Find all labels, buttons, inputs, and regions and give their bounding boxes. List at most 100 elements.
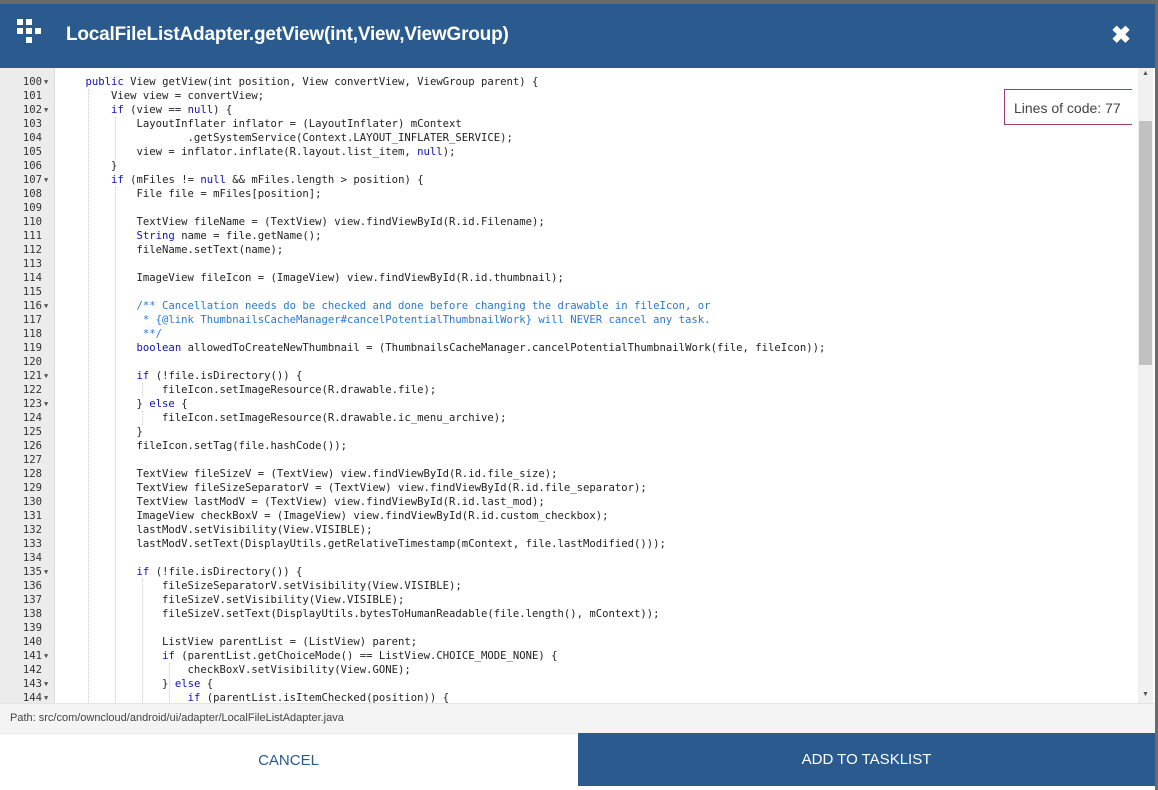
fold-toggle-icon[interactable]: ▼ bbox=[44, 75, 48, 89]
code-text: if (parentList.isItemChecked(position)) … bbox=[187, 692, 450, 703]
fold-toggle-icon[interactable]: ▼ bbox=[44, 369, 48, 383]
code-text: fileName.setText(name); bbox=[60, 244, 284, 256]
close-icon[interactable]: ✖ bbox=[1109, 24, 1133, 48]
code-text: String name = file.getName(); bbox=[136, 230, 322, 242]
code-line: 140 ListView parentList = (ListView) par… bbox=[0, 635, 1136, 649]
line-number: 128 bbox=[22, 468, 42, 480]
code-text: .getSystemService(Context.LAYOUT_INFLATE… bbox=[60, 132, 513, 144]
line-number: 138 bbox=[22, 608, 42, 620]
line-number: 143 bbox=[22, 678, 42, 690]
line-number: 126 bbox=[22, 440, 42, 452]
code-line: 106 } bbox=[0, 159, 1136, 173]
dialog-title: LocalFileListAdapter.getView(int,View,Vi… bbox=[66, 24, 509, 45]
line-number: 129 bbox=[22, 482, 42, 494]
code-line: 133 lastModV.setText(DisplayUtils.getRel… bbox=[0, 537, 1136, 551]
fold-toggle-icon[interactable]: ▼ bbox=[44, 173, 48, 187]
code-text: TextView fileSizeSeparatorV = (TextView)… bbox=[60, 482, 647, 494]
code-text: if (view == null) { bbox=[111, 104, 233, 116]
code-text: lastModV.setText(DisplayUtils.getRelativ… bbox=[60, 538, 666, 550]
code-text: fileSizeV.setVisibility(View.VISIBLE); bbox=[60, 594, 405, 606]
line-number: 101 bbox=[22, 90, 42, 102]
code-line: 114 ImageView fileIcon = (ImageView) vie… bbox=[0, 271, 1136, 285]
line-number: 111 bbox=[22, 230, 42, 242]
code-line: 129 TextView fileSizeSeparatorV = (TextV… bbox=[0, 481, 1136, 495]
fold-toggle-icon[interactable]: ▼ bbox=[44, 299, 48, 313]
code-text: lastModV.setVisibility(View.VISIBLE); bbox=[60, 524, 373, 536]
code-line: 107 ▼ if (mFiles != null && mFiles.length… bbox=[0, 173, 1136, 187]
fold-toggle-icon[interactable]: ▼ bbox=[44, 691, 48, 703]
line-number: 122 bbox=[22, 384, 42, 396]
code-line: 124 fileIcon.setImageResource(R.drawable… bbox=[0, 411, 1136, 425]
code-line: 121 ▼ if (!file.isDirectory()) { bbox=[0, 369, 1136, 383]
code-text: fileSizeSeparatorV.setVisibility(View.VI… bbox=[60, 580, 462, 592]
line-number: 137 bbox=[22, 594, 42, 606]
line-number: 100 bbox=[22, 76, 42, 88]
line-number: 114 bbox=[22, 272, 42, 284]
code-line: 136 fileSizeSeparatorV.setVisibility(Vie… bbox=[0, 579, 1136, 593]
line-number: 132 bbox=[22, 524, 42, 536]
code-line: 105 view = inflator.inflate(R.layout.lis… bbox=[0, 145, 1136, 159]
add-to-tasklist-button[interactable]: ADD TO TASKLIST bbox=[578, 733, 1155, 786]
line-number: 121 bbox=[22, 370, 42, 382]
code-line: 101 View view = convertView; bbox=[0, 89, 1136, 103]
line-number: 116 bbox=[22, 300, 42, 312]
indent-guide bbox=[115, 187, 116, 703]
code-line: 132 lastModV.setVisibility(View.VISIBLE)… bbox=[0, 523, 1136, 537]
line-number: 107 bbox=[22, 174, 42, 186]
line-number: 119 bbox=[22, 342, 42, 354]
fold-toggle-icon[interactable]: ▼ bbox=[44, 677, 48, 691]
code-line: 112 fileName.setText(name); bbox=[0, 243, 1136, 257]
code-line: 113 bbox=[0, 257, 1136, 271]
code-dialog: LocalFileListAdapter.getView(int,View,Vi… bbox=[0, 4, 1155, 790]
line-number: 112 bbox=[22, 244, 42, 256]
code-line: 118 **/ bbox=[0, 327, 1136, 341]
cancel-button[interactable]: CANCEL bbox=[0, 733, 577, 787]
indent-guide bbox=[142, 383, 143, 397]
fold-toggle-icon[interactable]: ▼ bbox=[44, 565, 48, 579]
indent-guide bbox=[88, 89, 89, 703]
code-line: 126 fileIcon.setTag(file.hashCode()); bbox=[0, 439, 1136, 453]
code-line: 122 fileIcon.setImageResource(R.drawable… bbox=[0, 383, 1136, 397]
code-text: TextView fileSizeV = (TextView) view.fin… bbox=[60, 468, 558, 480]
line-number: 118 bbox=[22, 328, 42, 340]
line-number: 131 bbox=[22, 510, 42, 522]
code-line: 110 TextView fileName = (TextView) view.… bbox=[0, 215, 1136, 229]
line-number: 120 bbox=[22, 356, 42, 368]
fold-toggle-icon[interactable]: ▼ bbox=[44, 649, 48, 663]
code-text: } bbox=[60, 426, 143, 438]
code-line: 116 ▼ /** Cancellation needs do be checke… bbox=[0, 299, 1136, 313]
code-text: if (mFiles != null && mFiles.length > po… bbox=[111, 174, 424, 186]
code-line: 143 ▼ } else { bbox=[0, 677, 1136, 691]
code-line: 139 bbox=[0, 621, 1136, 635]
line-number: 140 bbox=[22, 636, 42, 648]
line-number: 139 bbox=[22, 622, 42, 634]
dialog-header: LocalFileListAdapter.getView(int,View,Vi… bbox=[0, 4, 1155, 68]
code-line: 111 String name = file.getName(); bbox=[0, 229, 1136, 243]
code-line: 142 checkBoxV.setVisibility(View.GONE); bbox=[0, 663, 1136, 677]
line-number: 105 bbox=[22, 146, 42, 158]
scroll-up-icon[interactable]: ▲ bbox=[1138, 68, 1153, 80]
code-line: 115 bbox=[0, 285, 1136, 299]
line-number: 142 bbox=[22, 664, 42, 676]
line-number: 124 bbox=[22, 412, 42, 424]
line-number: 115 bbox=[22, 286, 42, 298]
code-text: } else { bbox=[60, 398, 188, 410]
code-line: 130 TextView lastModV = (TextView) view.… bbox=[0, 495, 1136, 509]
scroll-down-icon[interactable]: ▼ bbox=[1138, 689, 1153, 701]
code-text: if (!file.isDirectory()) { bbox=[136, 370, 303, 382]
dialog-footer: CANCEL ADD TO TASKLIST bbox=[0, 733, 1155, 790]
indent-guide bbox=[142, 579, 143, 703]
code-line: 102 ▼ if (view == null) { bbox=[0, 103, 1136, 117]
line-number: 102 bbox=[22, 104, 42, 116]
code-text: ImageView fileIcon = (ImageView) view.fi… bbox=[60, 272, 564, 284]
line-number: 130 bbox=[22, 496, 42, 508]
code-text: fileIcon.setTag(file.hashCode()); bbox=[60, 440, 348, 452]
fold-toggle-icon[interactable]: ▼ bbox=[44, 397, 48, 411]
scrollbar-thumb[interactable] bbox=[1139, 121, 1152, 365]
code-line: 119 boolean allowedToCreateNewThumbnail … bbox=[0, 341, 1136, 355]
code-viewer[interactable]: 100 ▼ public View getView(int position, V… bbox=[0, 68, 1155, 703]
vertical-scrollbar[interactable]: ▲ ▼ bbox=[1138, 68, 1153, 703]
fold-toggle-icon[interactable]: ▼ bbox=[44, 103, 48, 117]
indent-guide bbox=[142, 411, 143, 425]
line-number: 123 bbox=[22, 398, 42, 410]
